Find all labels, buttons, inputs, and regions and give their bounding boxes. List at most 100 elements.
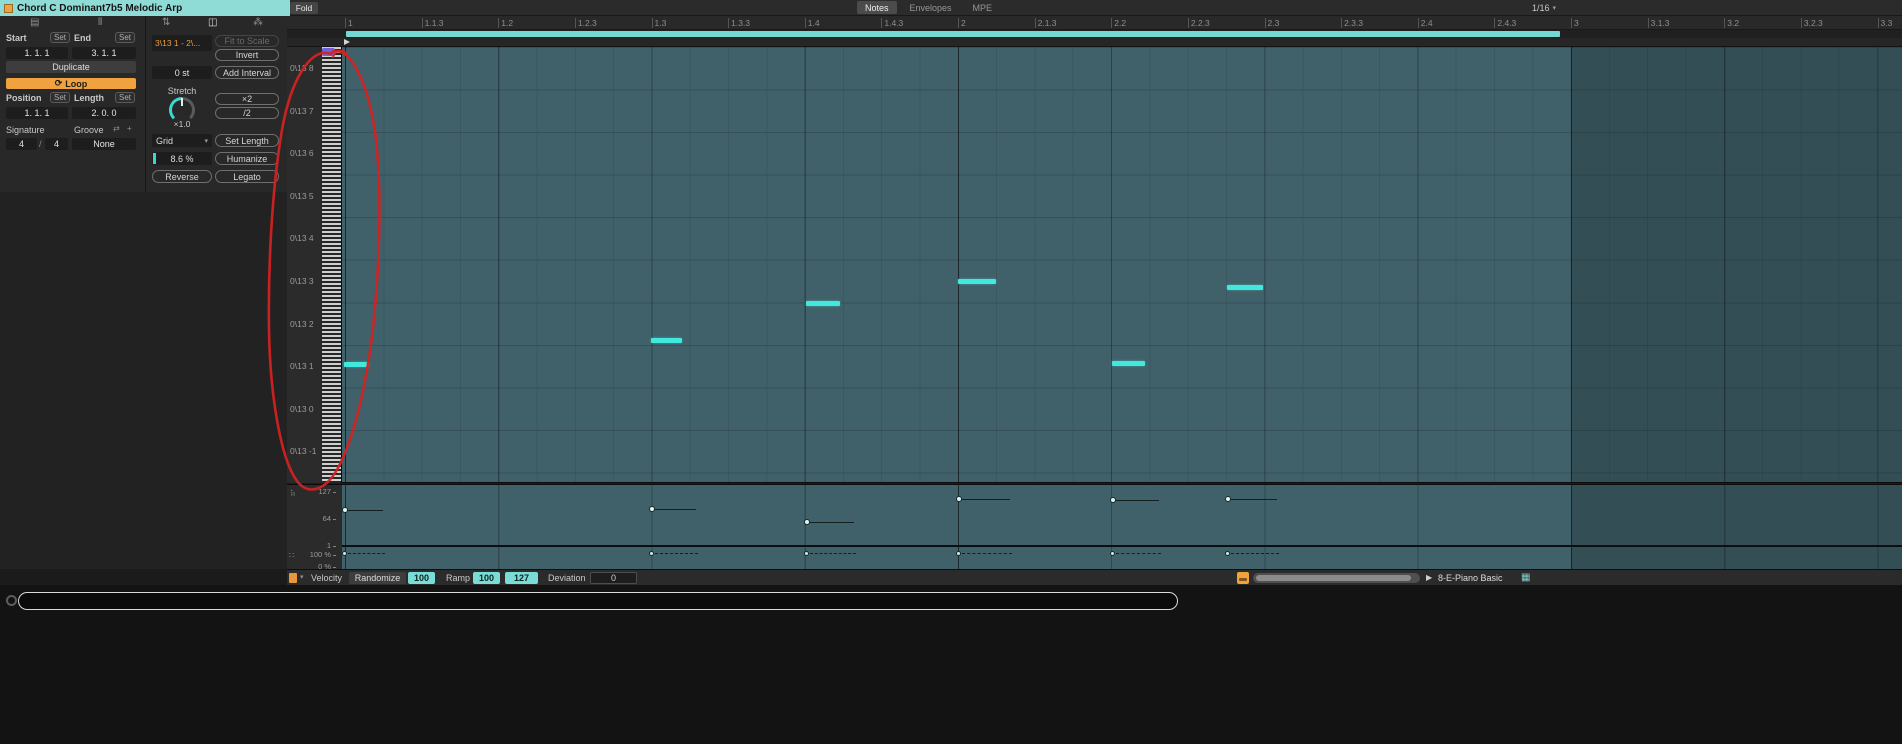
lane-chooser-caret-icon[interactable]: ▾ <box>300 574 304 581</box>
start-set-button[interactable]: Set <box>50 32 70 43</box>
timeline-label: 2 <box>958 18 966 28</box>
instrument-icon[interactable] <box>1237 572 1249 584</box>
length-set-button[interactable]: Set <box>115 92 135 103</box>
velocity-marker-tail <box>810 522 854 523</box>
velocity-marker-tail <box>1231 499 1277 500</box>
note-grid[interactable] <box>342 47 1902 483</box>
velocity-lane[interactable] <box>342 484 1902 546</box>
groove-chooser[interactable]: None <box>72 138 136 150</box>
pitch-row-label: 0\13 1 <box>290 361 314 372</box>
piano-key-strip[interactable] <box>322 47 342 483</box>
clip-notes-tab-icon[interactable]: ▤ <box>30 18 39 28</box>
preview-play-icon[interactable]: ▶ <box>1426 573 1432 582</box>
tab-envelopes[interactable]: Envelopes <box>902 1 960 14</box>
midi-note[interactable] <box>344 362 369 367</box>
velocity-lane-icon[interactable]: ⣦ <box>290 488 296 496</box>
interval-display[interactable]: 3\13 1 - 2\... <box>152 35 212 51</box>
stretch-value[interactable]: ×1.0 <box>152 119 212 129</box>
probability-marker[interactable] <box>1110 551 1115 556</box>
fit-to-scale-button[interactable]: Fit to Scale <box>215 35 279 47</box>
tab-notes[interactable]: Notes <box>857 1 897 14</box>
fold-button[interactable]: Fold <box>290 2 318 14</box>
loop-region-row <box>287 30 1902 38</box>
transform-tab-2-icon[interactable]: ◫ <box>208 18 217 28</box>
half-time-button[interactable]: /2 <box>215 107 279 119</box>
reverse-button[interactable]: Reverse <box>152 170 212 183</box>
command-input[interactable] <box>18 592 1178 610</box>
invert-button[interactable]: Invert <box>215 49 279 61</box>
probability-marker-tail <box>962 553 1012 554</box>
probability-lane[interactable] <box>342 546 1902 569</box>
midi-note[interactable] <box>806 301 840 306</box>
ramp-end-value[interactable]: 127 <box>505 572 538 584</box>
tab-mpe[interactable]: MPE <box>965 1 1001 14</box>
after-loop-region <box>1571 485 1902 545</box>
midi-note[interactable] <box>1112 361 1145 366</box>
groove-label: Groove <box>74 125 104 135</box>
position-set-button[interactable]: Set <box>50 92 70 103</box>
set-length-button[interactable]: Set Length <box>215 134 279 147</box>
clip-start-value[interactable]: 1. 1. 1 <box>6 47 68 59</box>
loop-brace[interactable] <box>346 31 1560 37</box>
timeline-label: 1.2.3 <box>574 18 597 28</box>
velocity-marker-tail <box>1116 500 1159 501</box>
randomize-button[interactable]: Randomize <box>349 572 406 584</box>
groove-commit-icon[interactable]: + <box>127 125 132 133</box>
position-label: Position <box>6 93 42 103</box>
probability-marker[interactable] <box>649 551 654 556</box>
end-set-button[interactable]: Set <box>115 32 135 43</box>
timeline-label: 2.3 <box>1264 18 1279 28</box>
velocity-scale-label: 127 <box>318 487 336 496</box>
clip-envelopes-tab-icon[interactable]: ⫴ <box>98 18 102 28</box>
grid-interval-chooser[interactable]: 1/16 ▾ <box>1532 1 1556 14</box>
midi-note[interactable] <box>1227 285 1263 290</box>
deviation-value[interactable]: 0 <box>590 572 637 584</box>
signature-denominator[interactable]: 4 <box>45 138 68 150</box>
probability-marker[interactable] <box>956 551 961 556</box>
transpose-value[interactable]: 0 st <box>152 66 212 79</box>
loop-toggle[interactable]: ⟳ Loop <box>6 78 136 89</box>
timeline-ruler[interactable]: 1 1.1.3 1.2 1.2.3 1.3 1.3.3 1.4 1.4.3 2 2.1.3 2.2 2… <box>287 16 1902 30</box>
row-label-column: 0\13 8 0\13 7 0\13 6 0\13 5 0\13 4 0\13 3 0\13… <box>287 47 322 483</box>
ramp-start-value[interactable]: 100 <box>473 572 500 584</box>
start-marker-icon[interactable] <box>344 39 350 45</box>
scrub-area[interactable] <box>287 38 1902 47</box>
grid-dropdown[interactable]: Grid ▾ <box>152 134 212 147</box>
probability-marker[interactable] <box>342 551 347 556</box>
groove-hotswap-icon[interactable]: ⇄ <box>113 125 120 133</box>
velocity-scale-label: 64 <box>323 514 336 523</box>
clip-end-value[interactable]: 3. 1. 1 <box>72 47 136 59</box>
zoom-scrollbar[interactable] <box>1253 573 1420 583</box>
pitch-row-label: 0\13 -1 <box>290 446 317 457</box>
transform-tab-1-icon[interactable]: ⇅ <box>162 18 170 28</box>
probability-lane-icon[interactable]: ∷ <box>289 552 294 560</box>
instrument-name[interactable]: 8-E-Piano Basic <box>1438 573 1503 583</box>
loop-icon: ⟳ <box>54 78 63 88</box>
double-time-button[interactable]: ×2 <box>215 93 279 105</box>
midi-note[interactable] <box>958 279 996 284</box>
zoom-scrollbar-thumb[interactable] <box>1256 575 1411 581</box>
timeline-label: 2.1.3 <box>1034 18 1057 28</box>
signature-numerator[interactable]: 4 <box>6 138 37 150</box>
midi-note[interactable] <box>651 338 682 343</box>
duplicate-button[interactable]: Duplicate <box>6 61 136 73</box>
signature-label: Signature <box>6 125 45 135</box>
transform-tab-3-icon[interactable]: ⁂ <box>253 18 263 28</box>
clip-title-bar[interactable]: Chord C Dominant7b5 Melodic Arp <box>0 0 290 16</box>
timeline-label: 2.2 <box>1111 18 1126 28</box>
lane-color-swatch[interactable] <box>289 573 297 583</box>
randomize-amount-value[interactable]: 100 <box>408 572 435 584</box>
humanize-button[interactable]: Humanize <box>215 152 279 165</box>
humanize-amount[interactable]: 8.6 % <box>152 152 212 165</box>
probability-marker[interactable] <box>804 551 809 556</box>
status-circle-icon <box>6 595 17 606</box>
pitch-row-label: 0\13 7 <box>290 105 314 116</box>
grid-view-icon[interactable]: ▦ <box>1521 572 1530 583</box>
timeline-label: 2.2.3 <box>1187 18 1210 28</box>
loop-length-value[interactable]: 2. 0. 0 <box>72 107 136 119</box>
legato-button[interactable]: Legato <box>215 170 279 183</box>
velocity-lane-label[interactable]: Velocity <box>311 573 342 583</box>
loop-position-value[interactable]: 1. 1. 1 <box>6 107 68 119</box>
probability-marker[interactable] <box>1225 551 1230 556</box>
add-interval-button[interactable]: Add Interval <box>215 66 279 79</box>
